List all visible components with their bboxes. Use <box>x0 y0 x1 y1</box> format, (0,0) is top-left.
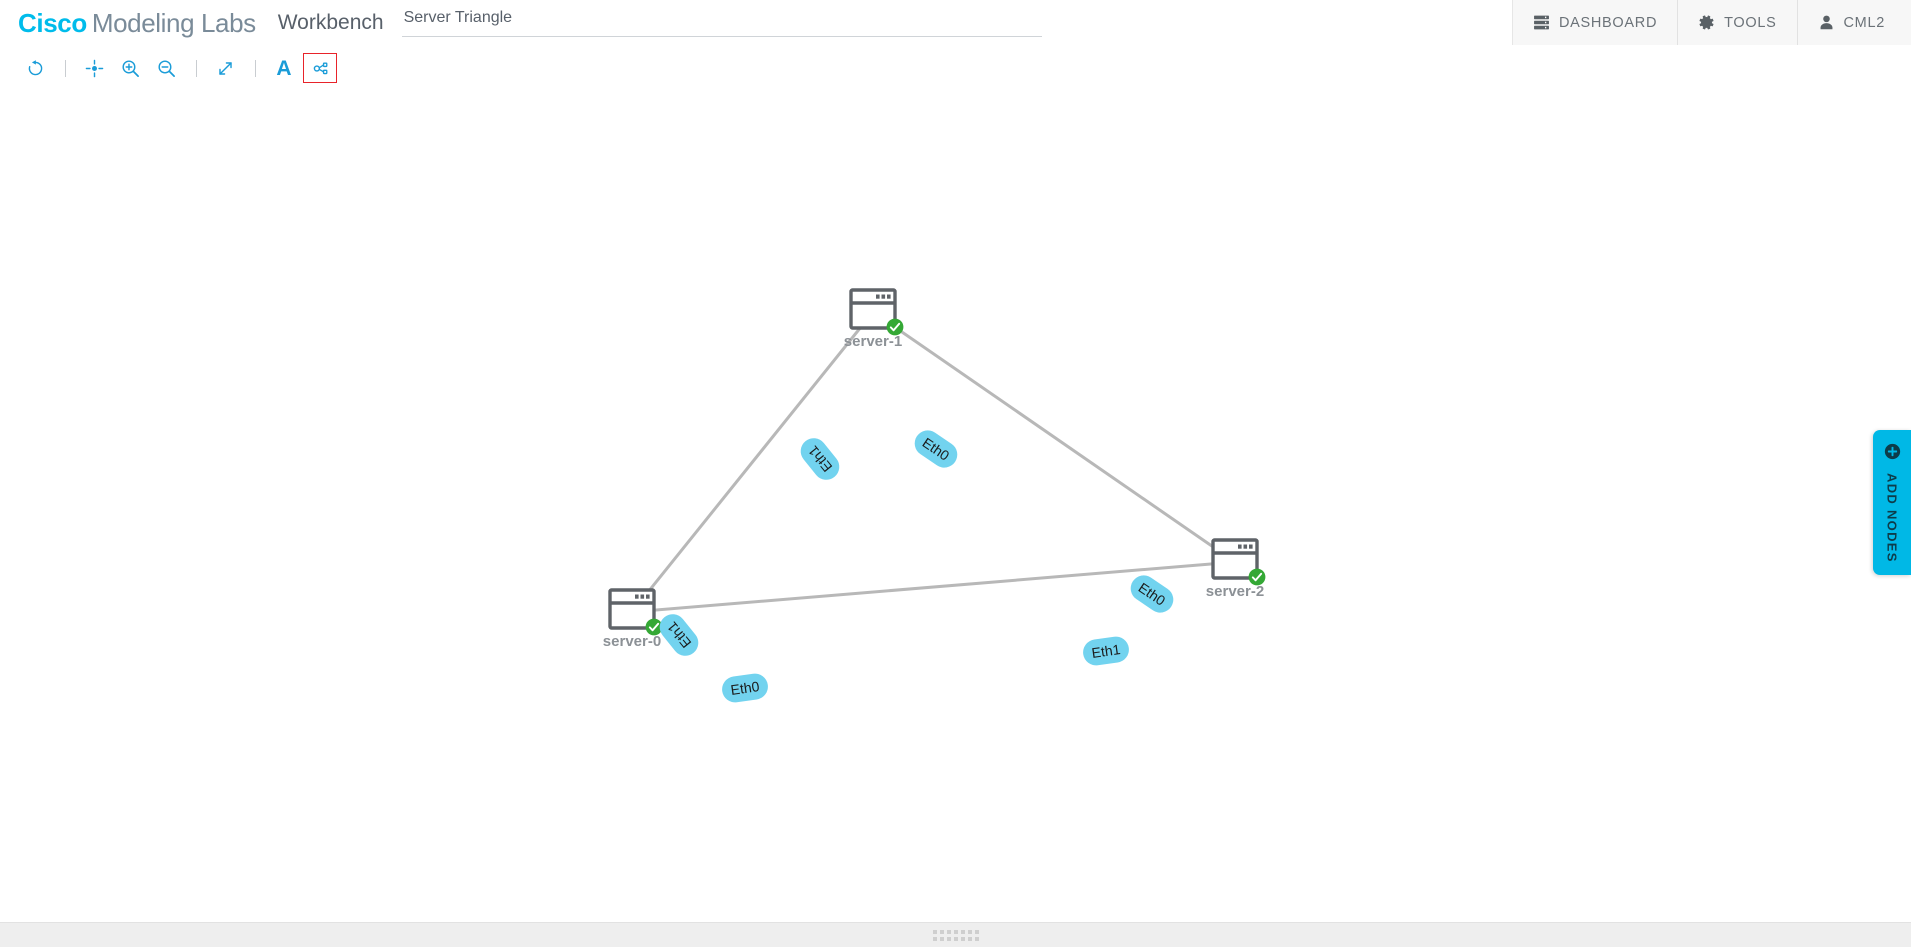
bottom-panel-bar <box>0 922 1911 947</box>
expand-arrows-icon <box>216 59 235 78</box>
iface-label-server0-eth1[interactable]: Eth1 <box>654 609 703 661</box>
reset-view-button[interactable] <box>18 53 52 83</box>
zoom-out-icon <box>157 59 176 78</box>
toggle-link-labels-button[interactable] <box>303 53 337 83</box>
nav-label-tools: TOOLS <box>1724 14 1777 31</box>
topology-node-server-2[interactable]: server-2 <box>1206 538 1266 600</box>
toggle-node-labels-button[interactable]: A <box>267 53 301 83</box>
node-label-server-2: server-2 <box>1206 583 1264 600</box>
text-a-icon: A <box>276 56 292 80</box>
app-logo: Cisco Modeling Labs <box>18 10 256 36</box>
gear-icon <box>1698 14 1715 31</box>
add-nodes-label: ADD NODES <box>1884 473 1900 563</box>
nav-item-tools[interactable]: TOOLS <box>1678 0 1798 45</box>
node-label-server-1: server-1 <box>844 333 902 350</box>
add-nodes-tab[interactable]: ADD NODES <box>1873 430 1911 575</box>
iface-label-server2-eth1[interactable]: Eth1 <box>1081 635 1130 667</box>
server-stack-icon <box>1533 14 1550 31</box>
plus-circle-icon <box>1884 443 1901 465</box>
canvas-toolbar: A <box>0 45 1911 92</box>
toolbar-divider <box>255 59 256 77</box>
user-icon <box>1818 14 1835 31</box>
fit-screen-button[interactable] <box>208 53 242 83</box>
iface-label-server2-eth0[interactable]: Eth0 <box>1126 570 1179 617</box>
zoom-out-button[interactable] <box>149 53 183 83</box>
iface-label-server1-eth1[interactable]: Eth1 <box>795 433 844 485</box>
brand-product-text: Modeling Labs <box>91 7 256 38</box>
topology-node-server-0[interactable]: server-0 <box>603 588 663 650</box>
nav-label-user: CML2 <box>1843 14 1885 31</box>
lab-title-field-wrap <box>401 4 1042 41</box>
topology-svg[interactable]: server-1 server-0 server-2 Eth1 Eth1 Eth… <box>0 92 1911 922</box>
page-title: Workbench <box>277 10 384 34</box>
zoom-in-icon <box>121 59 140 78</box>
header-nav: DASHBOARD TOOLS CML2 <box>1511 0 1911 45</box>
toolbar-divider <box>196 59 197 77</box>
iface-label-server0-eth0[interactable]: Eth0 <box>720 672 769 704</box>
refresh-icon <box>26 59 45 78</box>
toolbar-divider <box>65 59 66 77</box>
nav-item-dashboard[interactable]: DASHBOARD <box>1512 0 1679 45</box>
center-view-button[interactable] <box>77 53 111 83</box>
drag-handle[interactable] <box>932 929 979 941</box>
nav-item-user[interactable]: CML2 <box>1797 0 1911 45</box>
iface-label-server1-eth0[interactable]: Eth0 <box>910 425 963 472</box>
nav-label-dashboard: DASHBOARD <box>1558 14 1658 31</box>
lab-title-input[interactable] <box>401 4 1042 37</box>
zoom-in-button[interactable] <box>113 53 147 83</box>
crosshair-icon <box>85 59 104 78</box>
brand-cisco-text: Cisco <box>18 7 87 38</box>
topology-node-server-1[interactable]: server-1 <box>844 288 904 350</box>
link-topology-icon <box>311 59 330 78</box>
node-label-server-0: server-0 <box>603 633 661 650</box>
app-header: CiscoModeling Labs Workbench DASHBOARD <box>0 0 1911 45</box>
topology-canvas[interactable]: server-1 server-0 server-2 Eth1 Eth1 Eth… <box>0 92 1911 922</box>
